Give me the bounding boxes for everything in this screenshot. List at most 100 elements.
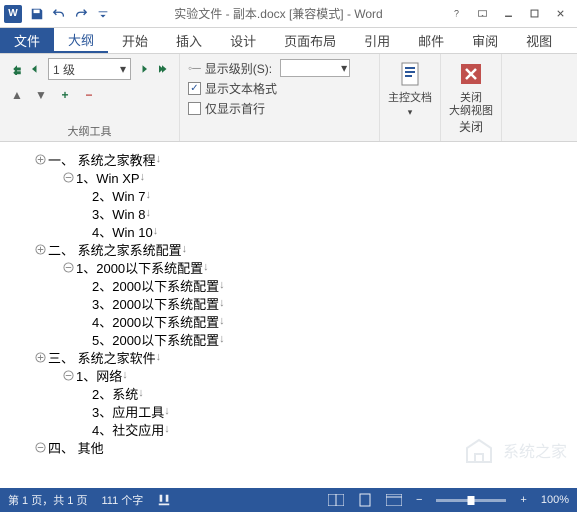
- outline-row[interactable]: 2、Win 7↓: [16, 186, 561, 204]
- tab-insert[interactable]: 插入: [162, 28, 216, 53]
- outline-row[interactable]: 1、Win XP↓: [16, 168, 561, 186]
- paragraph-mark: ↓: [145, 189, 151, 201]
- tab-mail[interactable]: 邮件: [404, 28, 458, 53]
- outline-text: 2、2000以下系统配置: [92, 276, 219, 295]
- statusbar: 第 1 页，共 1 页 111 个字 − + 100%: [0, 488, 577, 512]
- show-level-select[interactable]: ▾: [280, 59, 350, 77]
- outline-tools-label: 大纲工具: [8, 121, 171, 139]
- tab-references[interactable]: 引用: [350, 28, 404, 53]
- outline-text: 一、 系统之家教程: [48, 150, 156, 169]
- tab-outline[interactable]: 大纲: [54, 28, 108, 53]
- paragraph-mark: ↓: [164, 405, 170, 417]
- outline-row[interactable]: 3、应用工具↓: [16, 402, 561, 420]
- tab-layout[interactable]: 页面布局: [270, 28, 350, 53]
- promote-button[interactable]: [26, 58, 44, 80]
- outline-row[interactable]: 4、社交应用↓: [16, 420, 561, 438]
- qat-customize-button[interactable]: [92, 3, 114, 25]
- master-doc-label: 主控文档: [388, 92, 432, 105]
- master-document-button[interactable]: 主控文档 ▾: [388, 58, 432, 118]
- save-button[interactable]: [26, 3, 48, 25]
- first-line-only-checkbox[interactable]: [188, 102, 201, 115]
- outline-row[interactable]: 1、网络↓: [16, 366, 561, 384]
- close-outline-label: 关闭 大纲视图: [449, 92, 493, 118]
- paragraph-mark: ↓: [219, 279, 225, 291]
- outline-level-select[interactable]: 1 级 ▾: [48, 58, 131, 80]
- collapse-button[interactable]: −: [80, 86, 98, 104]
- expand-button[interactable]: +: [56, 86, 74, 104]
- demote-to-body-button[interactable]: [153, 58, 171, 80]
- outline-row[interactable]: 1、2000以下系统配置↓: [16, 258, 561, 276]
- paragraph-mark: ↓: [219, 333, 225, 345]
- web-layout-button[interactable]: [386, 494, 402, 506]
- move-down-button[interactable]: ▼: [32, 86, 50, 104]
- collapse-icon[interactable]: [60, 172, 76, 183]
- master-doc-group: 主控文档 ▾: [380, 54, 441, 141]
- outline-row[interactable]: 3、Win 8↓: [16, 204, 561, 222]
- zoom-slider[interactable]: [436, 499, 506, 502]
- word-count[interactable]: 111 个字: [101, 492, 143, 508]
- outline-row[interactable]: 二、 系统之家系统配置↓: [16, 240, 561, 258]
- close-outline-button[interactable]: 关闭 大纲视图: [449, 58, 493, 118]
- outline-text: 四、 其他: [48, 438, 104, 457]
- redo-button[interactable]: [70, 3, 92, 25]
- tab-design[interactable]: 设计: [216, 28, 270, 53]
- promote-to-heading1-button[interactable]: [8, 58, 26, 80]
- paragraph-mark: ↓: [122, 369, 128, 381]
- collapse-icon[interactable]: [32, 442, 48, 453]
- outline-row[interactable]: 4、Win 10↓: [16, 222, 561, 240]
- tab-file[interactable]: 文件: [0, 28, 54, 53]
- ribbon-options-button[interactable]: [469, 3, 495, 25]
- minimize-button[interactable]: [495, 3, 521, 25]
- collapse-icon[interactable]: [60, 262, 76, 273]
- ribbon-tabs: 文件 大纲 开始 插入 设计 页面布局 引用 邮件 审阅 视图: [0, 28, 577, 54]
- outline-text: 5、2000以下系统配置: [92, 330, 219, 349]
- close-button[interactable]: [547, 3, 573, 25]
- zoom-in-button[interactable]: +: [520, 494, 526, 506]
- outline-row[interactable]: 2、2000以下系统配置↓: [16, 276, 561, 294]
- outline-text: 3、2000以下系统配置: [92, 294, 219, 313]
- outline-row[interactable]: 3、2000以下系统配置↓: [16, 294, 561, 312]
- help-button[interactable]: ?: [443, 3, 469, 25]
- close-icon: [455, 58, 487, 90]
- maximize-button[interactable]: [521, 3, 547, 25]
- paragraph-mark: ↓: [182, 243, 188, 255]
- document-area[interactable]: 一、 系统之家教程↓1、Win XP↓2、Win 7↓3、Win 8↓4、Win…: [0, 142, 577, 488]
- tab-home[interactable]: 开始: [108, 28, 162, 53]
- show-formatting-checkbox[interactable]: ✓: [188, 82, 201, 95]
- paragraph-mark: ↓: [156, 153, 162, 165]
- undo-button[interactable]: [48, 3, 70, 25]
- move-up-button[interactable]: ▲: [8, 86, 26, 104]
- paragraph-mark: ↓: [219, 315, 225, 327]
- chevron-down-icon: ▾: [341, 61, 347, 75]
- print-layout-button[interactable]: [358, 493, 372, 507]
- first-line-only-label: 仅显示首行: [205, 100, 265, 117]
- outline-text: 4、2000以下系统配置: [92, 312, 219, 331]
- zoom-level[interactable]: 100%: [541, 494, 569, 506]
- outline-text: 1、Win XP: [76, 168, 140, 187]
- expand-icon[interactable]: [32, 352, 48, 363]
- outline-tools-group: 1 级 ▾ ▲ ▼ + − 大纲工具: [0, 54, 180, 141]
- show-level-icon: ◦─: [188, 61, 201, 75]
- svg-text:?: ?: [454, 8, 459, 18]
- demote-button[interactable]: [135, 58, 153, 80]
- zoom-out-button[interactable]: −: [416, 494, 422, 506]
- read-mode-button[interactable]: [328, 494, 344, 506]
- outline-row[interactable]: 2、系统↓: [16, 384, 561, 402]
- outline-row[interactable]: 5、2000以下系统配置↓: [16, 330, 561, 348]
- outline-level-value: 1 级: [53, 61, 75, 78]
- outline-row[interactable]: 四、 其他: [16, 438, 561, 456]
- outline-row[interactable]: 三、 系统之家软件↓: [16, 348, 561, 366]
- paragraph-mark: ↓: [156, 351, 162, 363]
- show-formatting-label: 显示文本格式: [205, 80, 277, 97]
- expand-icon[interactable]: [32, 154, 48, 165]
- spellcheck-icon[interactable]: [157, 493, 171, 507]
- tab-review[interactable]: 审阅: [458, 28, 512, 53]
- collapse-icon[interactable]: [60, 370, 76, 381]
- outline-text: 二、 系统之家系统配置: [48, 240, 182, 259]
- outline-text: 1、2000以下系统配置: [76, 258, 203, 277]
- page-indicator[interactable]: 第 1 页，共 1 页: [8, 492, 87, 508]
- outline-row[interactable]: 一、 系统之家教程↓: [16, 150, 561, 168]
- tab-view[interactable]: 视图: [512, 28, 566, 53]
- outline-row[interactable]: 4、2000以下系统配置↓: [16, 312, 561, 330]
- expand-icon[interactable]: [32, 244, 48, 255]
